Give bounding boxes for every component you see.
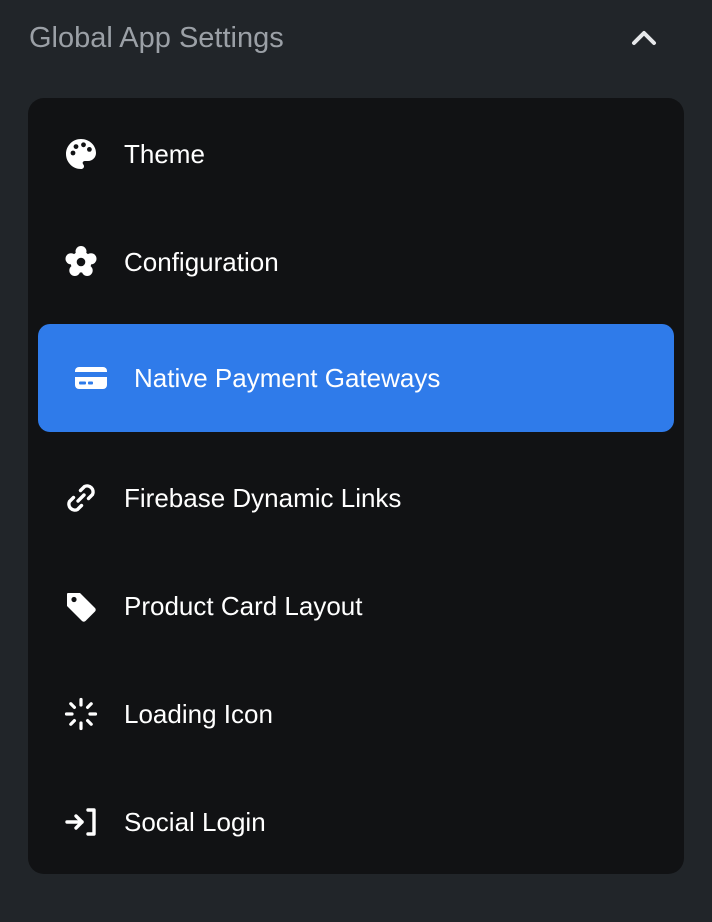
menu-item-label: Product Card Layout: [124, 591, 363, 621]
section-title: Global App Settings: [29, 22, 284, 54]
menu-item-native-payment-gateways[interactable]: Native Payment Gateways: [38, 324, 674, 432]
menu-item-configuration[interactable]: Configuration: [38, 208, 674, 316]
menu-item-label: Theme: [124, 139, 205, 169]
menu-item-label: Configuration: [124, 247, 279, 277]
menu-item-product-card-layout[interactable]: Product Card Layout: [38, 552, 674, 660]
credit-card-icon: [74, 361, 108, 395]
settings-menu-panel: Theme Configuration Native Payment Gatew…: [28, 98, 684, 874]
collapse-button[interactable]: [624, 22, 664, 54]
menu-item-label: Firebase Dynamic Links: [124, 483, 402, 513]
tag-icon: [64, 589, 98, 623]
menu-item-label: Social Login: [124, 807, 266, 837]
menu-item-firebase-dynamic-links[interactable]: Firebase Dynamic Links: [38, 444, 674, 552]
palette-icon: [64, 137, 98, 171]
chevron-up-icon: [632, 31, 656, 45]
menu-item-label: Native Payment Gateways: [134, 363, 441, 393]
link-icon: [64, 481, 98, 515]
menu-item-theme[interactable]: Theme: [38, 100, 674, 208]
loading-spinner-icon: [64, 697, 98, 731]
gear-icon: [64, 245, 98, 279]
menu-item-social-login[interactable]: Social Login: [38, 768, 674, 876]
section-header[interactable]: Global App Settings: [0, 0, 712, 78]
menu-item-label: Loading Icon: [124, 699, 273, 729]
sign-in-icon: [64, 805, 98, 839]
menu-item-loading-icon[interactable]: Loading Icon: [38, 660, 674, 768]
